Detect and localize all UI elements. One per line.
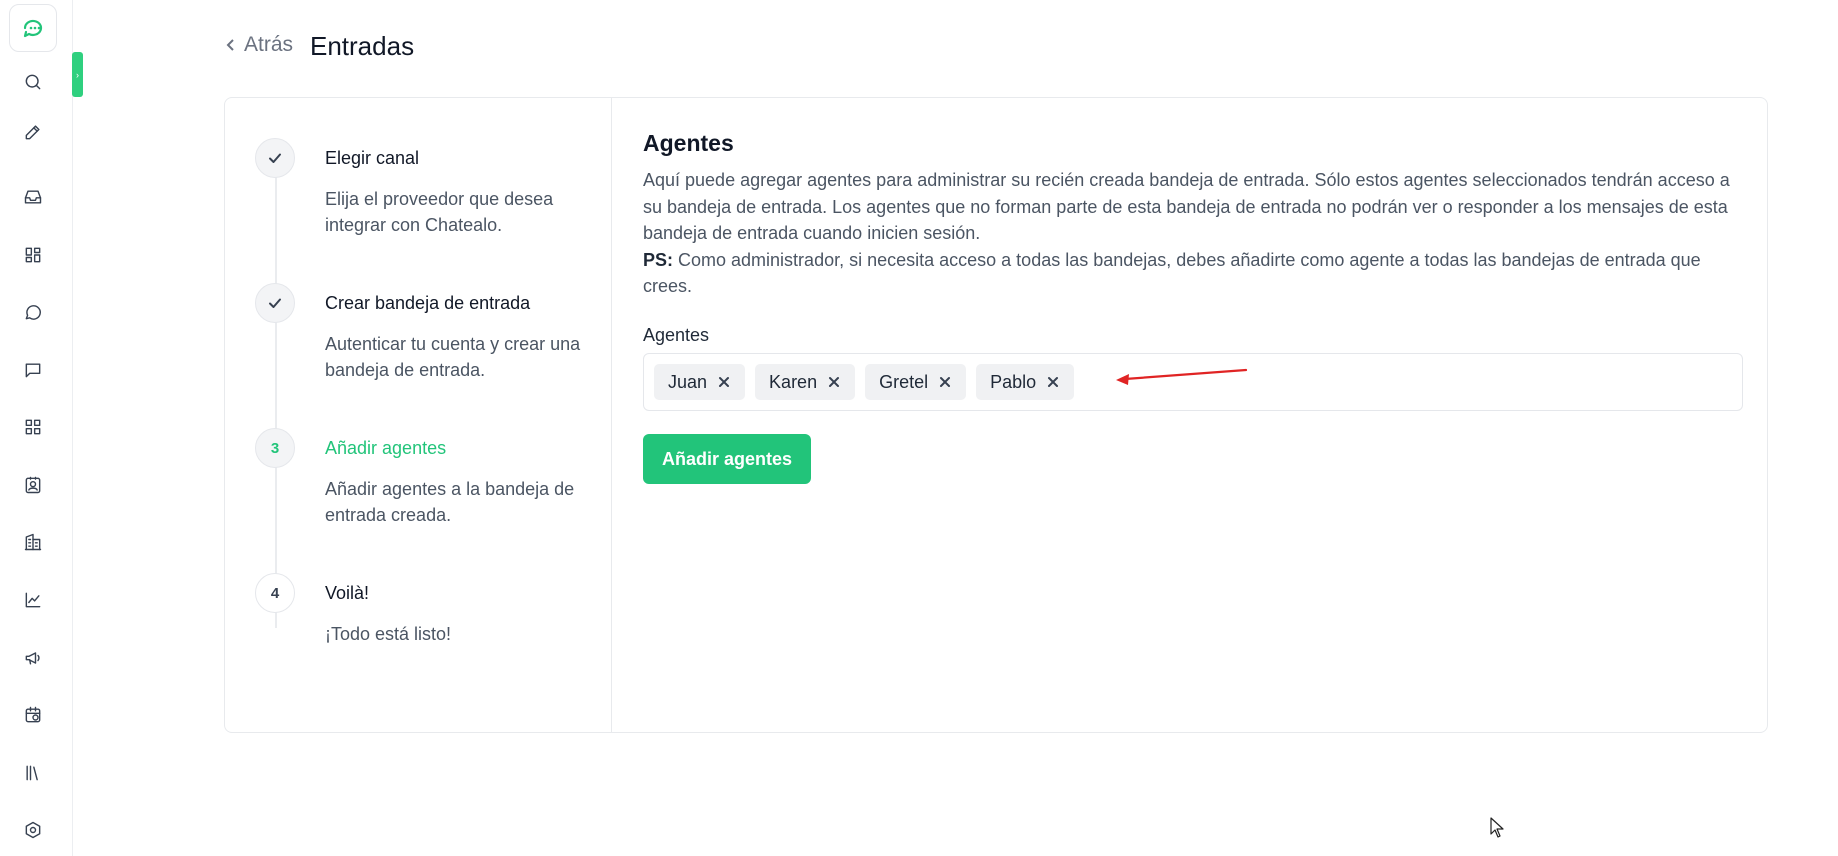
inbox-icon[interactable] <box>18 182 48 212</box>
agent-tag-karen[interactable]: Karen <box>755 364 856 400</box>
agent-tag-juan[interactable]: Juan <box>654 364 746 400</box>
back-link-label: Atrás <box>244 33 294 56</box>
step-description: Añadir agentes a la bandeja de entrada c… <box>325 479 575 525</box>
apps-icon[interactable] <box>18 412 48 442</box>
page-title: Entradas <box>310 31 415 61</box>
remove-icon[interactable] <box>827 375 841 389</box>
app-logo[interactable] <box>9 4 57 52</box>
search-icon[interactable] <box>18 67 48 97</box>
annotation-arrow-icon <box>1116 368 1248 385</box>
steps-connector-line <box>275 158 277 628</box>
step-description: Elija el proveedor que desea integrar co… <box>325 189 554 235</box>
sidebar <box>0 0 73 856</box>
wizard-steps: Elegir canal Elija el proveedor que dese… <box>225 98 612 732</box>
chevron-right-icon: › <box>76 69 79 80</box>
check-icon <box>269 153 281 163</box>
agent-tag-pablo[interactable]: Pablo <box>976 364 1075 400</box>
step-number-indicator: 3 <box>255 428 295 468</box>
messages-icon[interactable] <box>18 355 48 385</box>
companies-icon[interactable] <box>18 527 48 557</box>
schedule-icon[interactable] <box>18 700 48 730</box>
ps-text: Como administrador, si necesita acceso a… <box>643 249 1701 297</box>
remove-icon[interactable] <box>938 375 952 389</box>
step-number-indicator: 4 <box>255 573 295 613</box>
step-description: Autenticar tu cuenta y crear una bandeja… <box>325 334 581 380</box>
agent-tag-label: Gretel <box>879 371 929 392</box>
agents-field-label: Agentes <box>643 325 710 345</box>
chat-logo-icon <box>23 19 43 38</box>
campaigns-icon[interactable] <box>18 643 48 673</box>
agent-tag-label: Pablo <box>990 371 1037 392</box>
ps-label: PS: <box>643 249 674 270</box>
inbox-wizard-card: Elegir canal Elija el proveedor que dese… <box>224 97 1768 733</box>
remove-icon[interactable] <box>717 375 731 389</box>
settings-icon[interactable] <box>18 815 48 845</box>
agent-tag-gretel[interactable]: Gretel <box>865 364 967 400</box>
sidebar-toggle-handle[interactable]: › <box>72 52 83 97</box>
step-title: Añadir agentes <box>325 438 447 458</box>
step-done-indicator <box>255 283 295 323</box>
step-done-indicator <box>255 138 295 178</box>
step-title: Elegir canal <box>325 148 420 168</box>
remove-icon[interactable] <box>1046 375 1060 389</box>
agent-tag-label: Karen <box>769 371 818 392</box>
mouse-cursor-icon <box>1490 817 1504 838</box>
step-title: Crear bandeja de entrada <box>325 293 531 313</box>
conversations-icon[interactable] <box>18 297 48 327</box>
step-title: Voilà! <box>325 583 370 603</box>
check-icon <box>269 298 281 308</box>
add-agents-button[interactable]: Añadir agentes <box>643 434 811 484</box>
contacts-icon[interactable] <box>18 470 48 500</box>
library-icon[interactable] <box>18 758 48 788</box>
step-description: ¡Todo está listo! <box>325 624 452 644</box>
agent-tag-label: Juan <box>668 371 708 392</box>
back-link[interactable]: Atrás <box>224 33 293 57</box>
description-text: Aquí puede agregar agentes para administ… <box>643 170 1730 243</box>
section-description: Aquí puede agregar agentes para administ… <box>643 167 1743 300</box>
section-title: Agentes <box>643 130 734 156</box>
chevron-left-icon <box>226 39 234 51</box>
reports-icon[interactable] <box>18 585 48 615</box>
dashboard-icon[interactable] <box>18 240 48 270</box>
compose-icon[interactable] <box>18 117 48 147</box>
